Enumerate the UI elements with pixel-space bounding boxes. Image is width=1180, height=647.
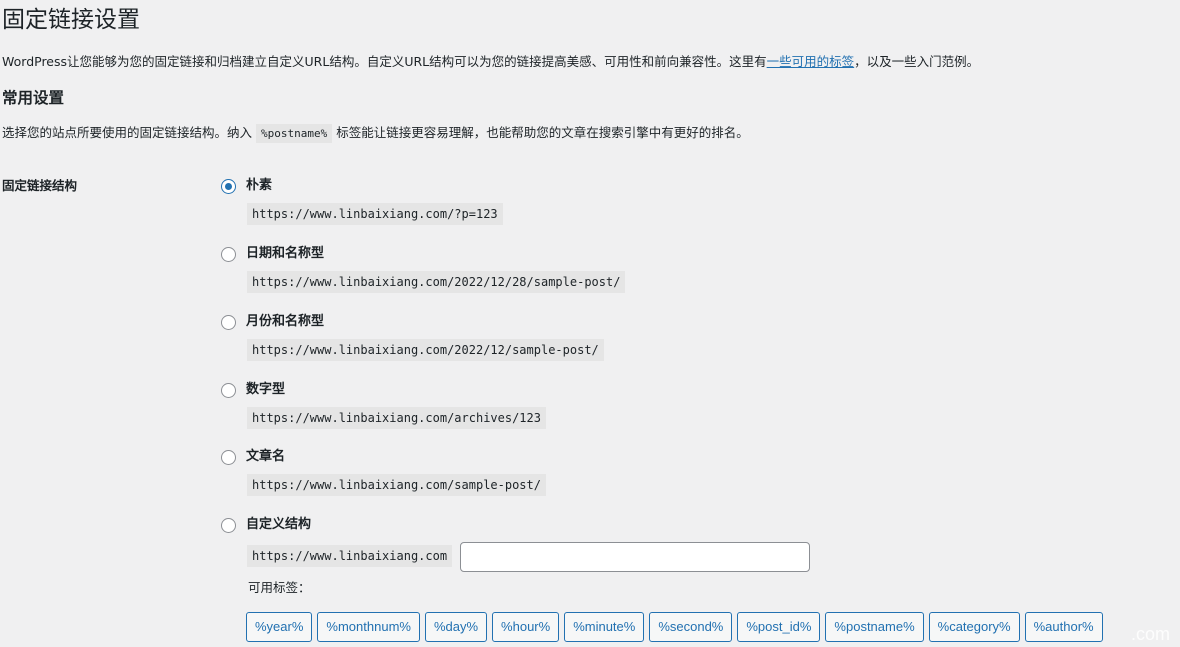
intro-text-before: WordPress让您能够为您的固定链接和归档建立自定义URL结构。自定义URL… — [2, 54, 767, 69]
custom-structure-input[interactable] — [460, 542, 810, 572]
option-plain-label[interactable]: 朴素 — [246, 177, 272, 195]
tag-button-post-id[interactable]: %post_id% — [737, 612, 821, 642]
tag-button-hour[interactable]: %hour% — [492, 612, 560, 642]
option-post-name[interactable]: 文章名 https://www.linbaixiang.com/sample-p… — [221, 448, 546, 496]
tag-button-minute[interactable]: %minute% — [564, 612, 645, 642]
tag-button-author[interactable]: %author% — [1024, 612, 1103, 642]
common-settings-heading: 常用设置 — [2, 89, 65, 107]
option-numeric-example: https://www.linbaixiang.com/archives/123 — [247, 407, 546, 429]
option-plain-example: https://www.linbaixiang.com/?p=123 — [247, 203, 503, 225]
radio-day-name[interactable] — [221, 246, 236, 262]
option-plain[interactable]: 朴素 https://www.linbaixiang.com/?p=123 — [221, 177, 503, 225]
option-post-name-example: https://www.linbaixiang.com/sample-post/ — [247, 474, 546, 496]
option-day-name-label[interactable]: 日期和名称型 — [246, 245, 324, 263]
available-tags-label: 可用标签： — [248, 580, 311, 595]
option-post-name-label[interactable]: 文章名 — [246, 448, 285, 466]
tag-button-year[interactable]: %year% — [246, 612, 313, 642]
common-desc-after: 标签能让链接更容易理解，也能帮助您的文章在搜索引擎中有更好的排名。 — [336, 125, 749, 140]
radio-month-name[interactable] — [221, 314, 236, 330]
tag-button-second[interactable]: %second% — [649, 612, 733, 642]
radio-post-name[interactable] — [221, 449, 236, 465]
option-day-name-example: https://www.linbaixiang.com/2022/12/28/s… — [247, 271, 626, 293]
page-title: 固定链接设置 — [2, 7, 140, 33]
common-settings-description: 选择您的站点所要使用的固定链接结构。纳入 %postname% 标签能让链接更容易理… — [2, 123, 749, 144]
option-numeric-label[interactable]: 数字型 — [246, 381, 285, 399]
radio-numeric[interactable] — [221, 382, 236, 398]
tag-button-postname[interactable]: %postname% — [825, 612, 924, 642]
radio-custom[interactable] — [221, 517, 236, 533]
watermark-text: .com — [1130, 624, 1170, 644]
permalink-structure-label: 固定链接结构 — [2, 178, 78, 193]
tag-button-day[interactable]: %day% — [424, 612, 488, 642]
available-tags-link[interactable]: 一些可用的标签 — [767, 54, 855, 69]
radio-plain[interactable] — [221, 178, 236, 194]
common-desc-before: 选择您的站点所要使用的固定链接结构。纳入 — [2, 125, 253, 140]
available-tags-list: %year% %monthnum% %day% %hour% %minute% … — [246, 612, 1103, 642]
tag-button-category[interactable]: %category% — [928, 612, 1020, 642]
option-month-name-label[interactable]: 月份和名称型 — [246, 313, 324, 331]
option-month-name[interactable]: 月份和名称型 https://www.linbaixiang.com/2022/… — [221, 313, 604, 361]
option-numeric[interactable]: 数字型 https://www.linbaixiang.com/archives… — [221, 381, 546, 429]
permalink-settings-page: 固定链接设置 WordPress让您能够为您的固定链接和归档建立自定义URL结构… — [0, 0, 1180, 647]
intro-text: WordPress让您能够为您的固定链接和归档建立自定义URL结构。自定义URL… — [2, 53, 979, 71]
custom-structure-base-url: https://www.linbaixiang.com — [247, 545, 453, 567]
option-custom[interactable]: 自定义结构 — [221, 516, 311, 534]
postname-code: %postname% — [256, 124, 333, 143]
intro-text-after: ，以及一些入门范例。 — [854, 54, 980, 69]
option-day-name[interactable]: 日期和名称型 https://www.linbaixiang.com/2022/… — [221, 245, 626, 293]
option-custom-label[interactable]: 自定义结构 — [246, 516, 311, 534]
option-month-name-example: https://www.linbaixiang.com/2022/12/samp… — [247, 339, 604, 361]
tag-button-monthnum[interactable]: %monthnum% — [317, 612, 420, 642]
